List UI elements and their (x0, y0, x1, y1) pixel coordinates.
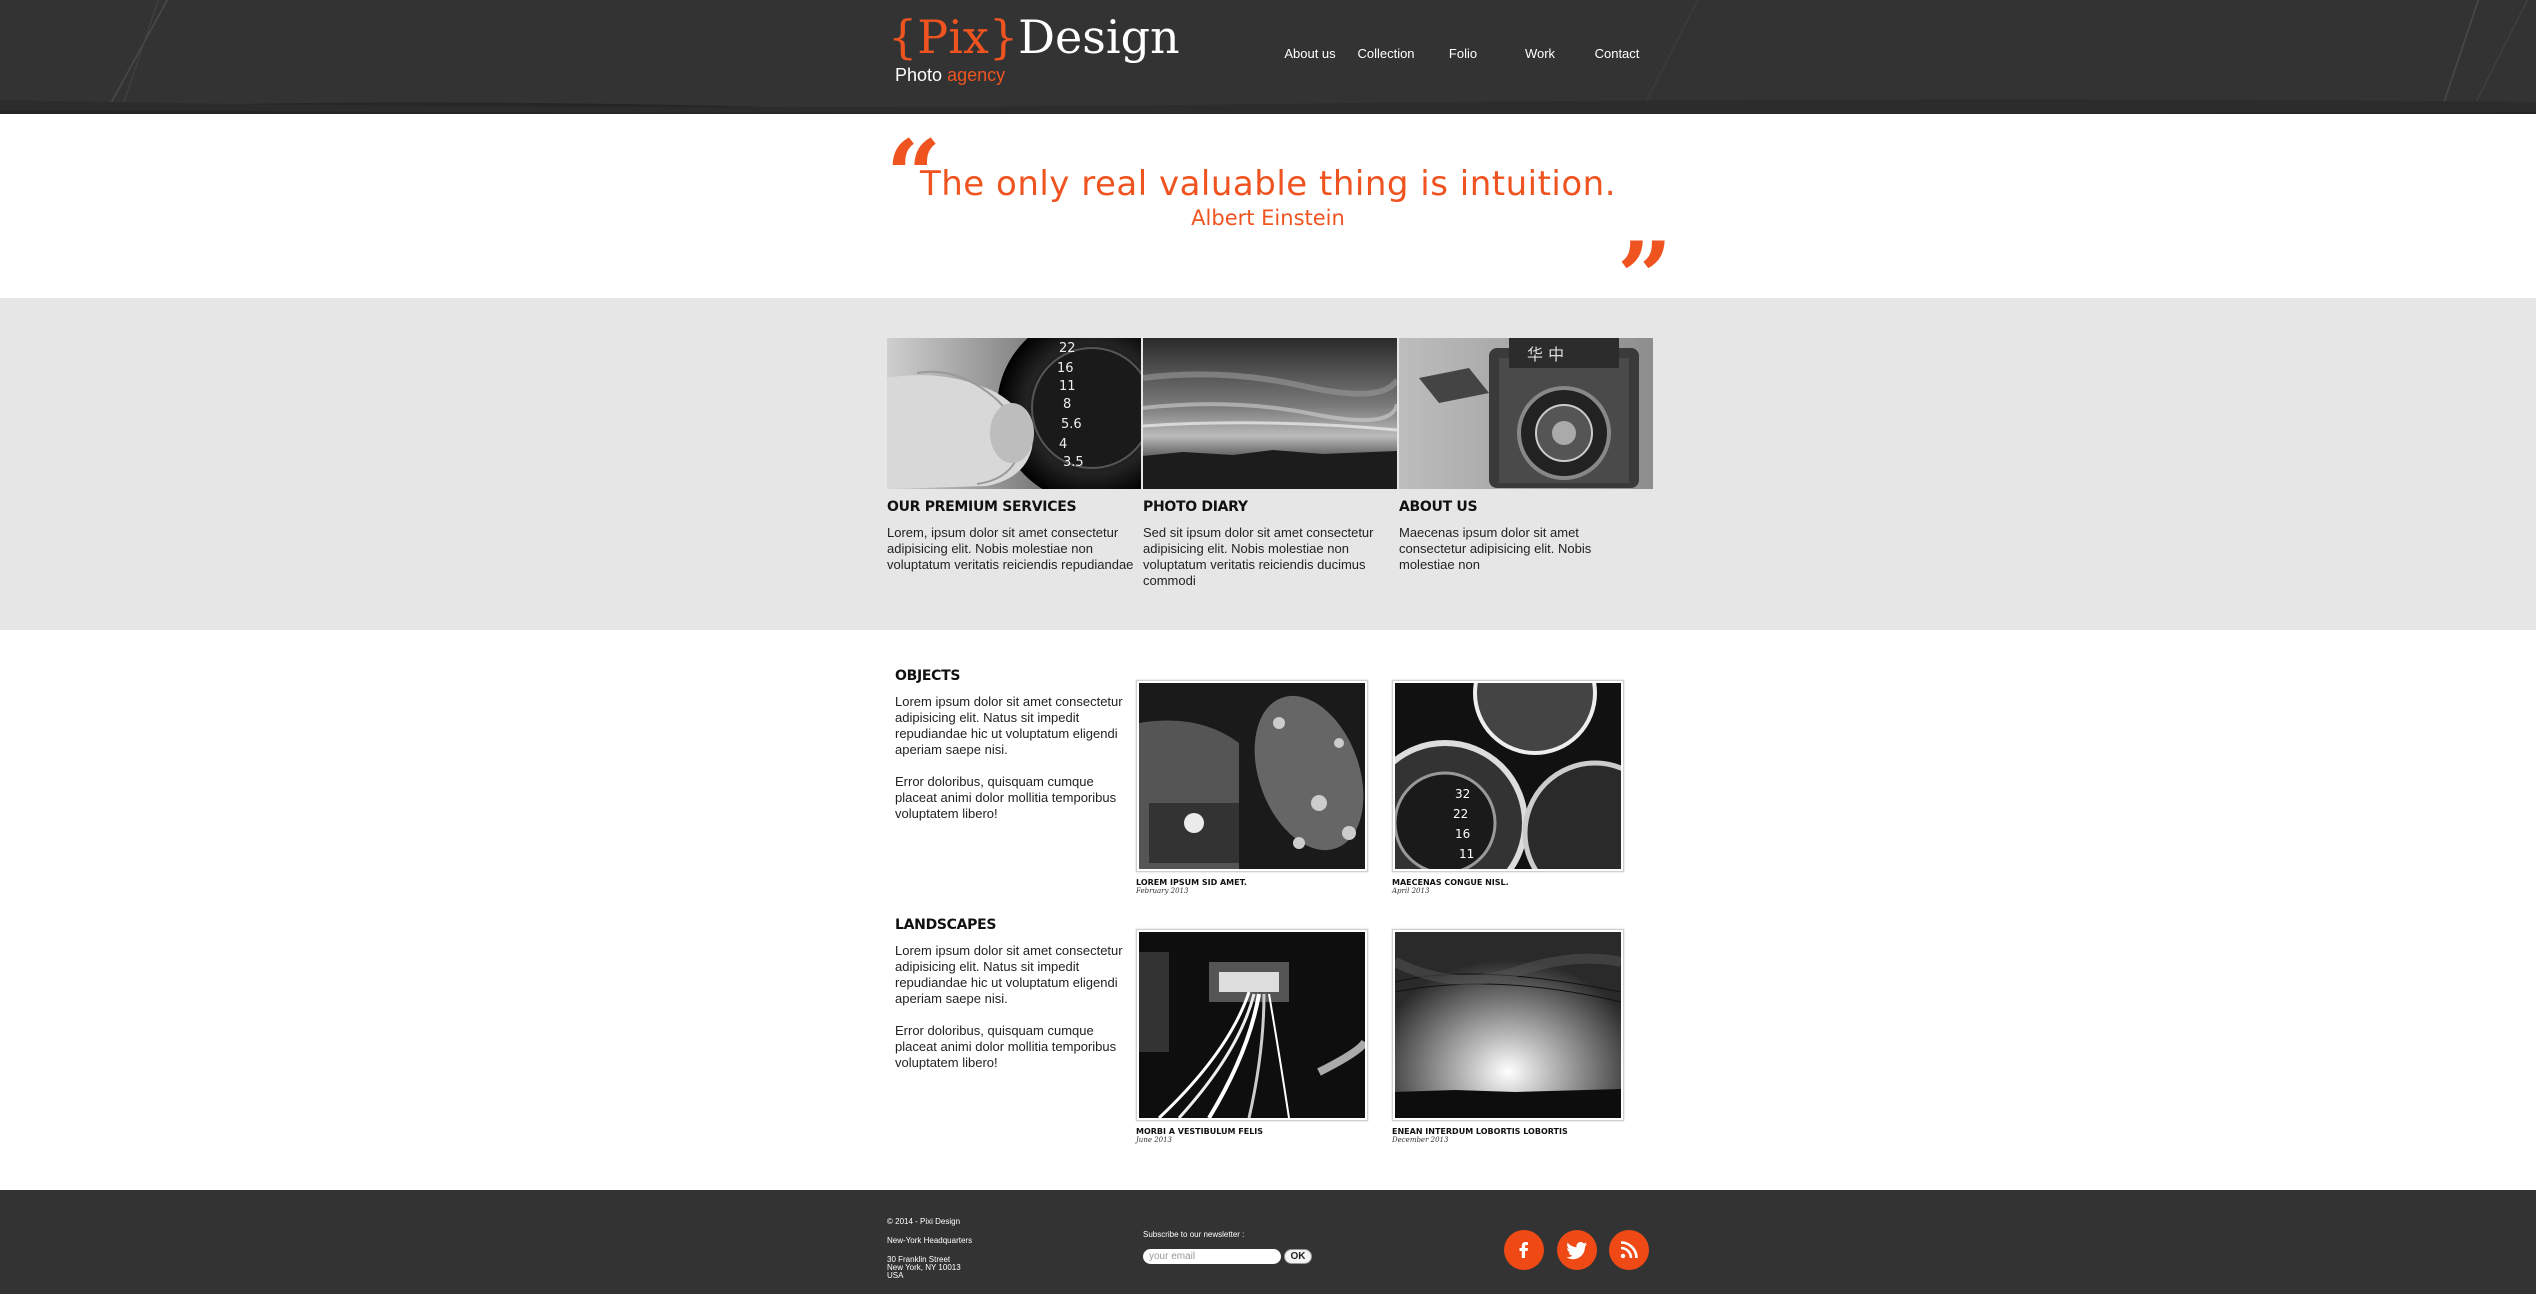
section-landscapes: LANDSCAPES Lorem ipsum dolor sit amet co… (895, 917, 1135, 1071)
gallery-thumbnail[interactable] (1392, 929, 1624, 1121)
gallery-thumbnail[interactable]: 32 22 16 11 (1392, 680, 1624, 872)
facebook-button[interactable] (1504, 1230, 1544, 1270)
svg-text:4: 4 (1059, 437, 1067, 452)
nav-work[interactable]: Work (1525, 46, 1555, 61)
gallery-thumbnail[interactable] (1136, 680, 1368, 872)
site-footer: © 2014 - Pixi Design New-York Headquarte… (0, 1190, 2536, 1294)
gallery-item[interactable]: MORBI A VESTIBULUM FELIS June 2013 (1136, 929, 1368, 1144)
gallery-item-date: April 2013 (1392, 887, 1430, 895)
svg-text:8: 8 (1063, 397, 1071, 412)
svg-text:16: 16 (1057, 361, 1074, 376)
quote-text: The only real valuable thing is intuitio… (919, 164, 1617, 204)
footer-address-line: USA (887, 1271, 904, 1280)
gallery-item-title[interactable]: MAECENAS CONGUE NISL. (1392, 878, 1624, 887)
twitter-icon (1566, 1242, 1587, 1260)
section-paragraph: Lorem ipsum dolor sit amet consectetur a… (895, 943, 1123, 1006)
logo-design: Design (1018, 10, 1180, 64)
svg-text:22: 22 (1059, 341, 1076, 356)
feature-title: OUR PREMIUM SERVICES (887, 499, 1077, 515)
rss-icon (1620, 1241, 1638, 1259)
gallery-thumbnail[interactable] (1136, 929, 1368, 1121)
gallery-item-title[interactable]: ENEAN INTERDUM LOBORTIS LOBORTIS (1392, 1127, 1624, 1136)
nav-about-us[interactable]: About us (1284, 46, 1335, 61)
twitter-button[interactable] (1557, 1230, 1597, 1270)
quote-author: Albert Einstein (1191, 206, 1345, 230)
gallery-item-date: June 2013 (1136, 1136, 1173, 1144)
rss-button[interactable] (1609, 1230, 1649, 1270)
feature-text: Lorem, ipsum dolor sit amet consectetur … (887, 525, 1134, 572)
nav-collection[interactable]: Collection (1357, 46, 1414, 61)
feature-image-camera-dial[interactable]: 22 16 11 8 5.6 4 3.5 (887, 338, 1141, 489)
section-title: LANDSCAPES (895, 917, 997, 933)
gallery-item[interactable]: 32 22 16 11 MAECENAS CONGUE NISL. April 201… (1392, 680, 1624, 895)
section-paragraph: Error doloribus, quisquam cumque placeat… (895, 1023, 1117, 1070)
newsletter-label: Subscribe to our newsletter : (1143, 1230, 1245, 1239)
feature-title: ABOUT US (1399, 499, 1478, 515)
gallery-item-date: December 2013 (1392, 1136, 1449, 1144)
facebook-icon (1519, 1242, 1528, 1258)
gallery-item[interactable]: ENEAN INTERDUM LOBORTIS LOBORTIS Decembe… (1392, 929, 1624, 1144)
section-paragraph: Error doloribus, quisquam cumque placeat… (895, 774, 1117, 821)
nav-contact[interactable]: Contact (1595, 46, 1640, 61)
svg-text:16: 16 (1455, 827, 1470, 841)
logo-agency: agency (947, 65, 1006, 85)
feature-premium-services: 22 16 11 8 5.6 4 3.5 OUR PREMIUM SERVICES Lore… (887, 338, 1141, 573)
gallery-item-date: February 2013 (1136, 887, 1189, 895)
logo-pix: {Pix} (888, 10, 1019, 64)
site-header: {Pix}Design Photo agency About us Collec… (0, 0, 2536, 114)
gallery-item-title[interactable]: MORBI A VESTIBULUM FELIS (1136, 1127, 1368, 1136)
feature-title: PHOTO DIARY (1143, 499, 1248, 515)
logo-tagline: Photo agency (895, 64, 1148, 86)
svg-text:华 中: 华 中 (1527, 345, 1564, 364)
logo-wordmark: {Pix}Design (888, 10, 1180, 64)
gallery-item[interactable]: LOREM IPSUM SID AMET. February 2013 (1136, 680, 1368, 895)
header-decoration (0, 0, 2536, 114)
features-section: 22 16 11 8 5.6 4 3.5 OUR PREMIUM SERVICES Lore… (0, 298, 2536, 630)
newsletter-ok-button[interactable]: OK (1284, 1249, 1312, 1264)
svg-text:22: 22 (1453, 807, 1468, 821)
feature-photo-diary: PHOTO DIARY Sed sit ipsum dolor sit amet… (1143, 338, 1397, 589)
logo-photo: Photo (895, 65, 943, 85)
content-section: OBJECTS Lorem ipsum dolor sit amet conse… (0, 630, 2536, 1190)
newsletter-email-input[interactable] (1143, 1249, 1281, 1264)
feature-text: Maecenas ipsum dolor sit amet consectetu… (1399, 525, 1592, 572)
svg-text:5.6: 5.6 (1061, 417, 1082, 432)
svg-text:3.5: 3.5 (1063, 455, 1084, 470)
feature-text: Sed sit ipsum dolor sit amet consectetur… (1143, 525, 1374, 588)
feature-image-twin-lens-camera[interactable]: 华 中 (1399, 338, 1653, 489)
svg-text:11: 11 (1059, 379, 1076, 394)
quote-section: “ The only real valuable thing is intuit… (0, 114, 2536, 326)
section-paragraph: Lorem ipsum dolor sit amet consectetur a… (895, 694, 1123, 757)
footer-copyright: © 2014 - Pixi Design (887, 1217, 961, 1226)
svg-text:32: 32 (1455, 787, 1470, 801)
footer-hq: New-York Headquarters (887, 1236, 973, 1245)
gallery-item-title[interactable]: LOREM IPSUM SID AMET. (1136, 878, 1368, 887)
site-logo[interactable]: {Pix}Design Photo agency (888, 10, 1180, 90)
feature-image-sunset-sky[interactable] (1143, 338, 1397, 489)
svg-text:11: 11 (1459, 847, 1474, 861)
feature-about-us: 华 中 ABOUT US Maecenas ipsum dolor sit am… (1399, 338, 1653, 573)
section-objects: OBJECTS Lorem ipsum dolor sit amet conse… (895, 668, 1135, 822)
nav-folio[interactable]: Folio (1449, 46, 1477, 61)
section-title: OBJECTS (895, 668, 961, 684)
